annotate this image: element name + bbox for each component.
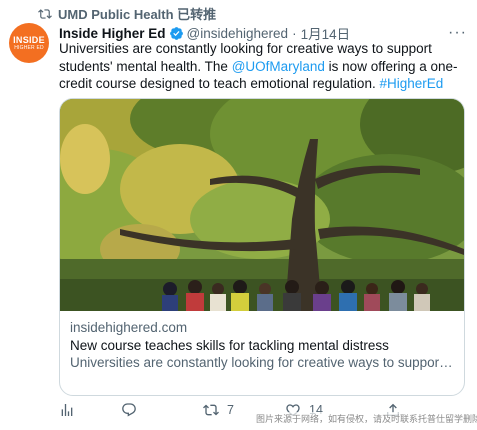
- avatar[interactable]: INSIDE HIGHER ED: [9, 23, 49, 63]
- tweet-text: Universities are constantly looking for …: [59, 40, 464, 93]
- retweet-count: 7: [227, 403, 234, 417]
- watermark-text: 图片来源于网络，如有侵权，请及时联系托普仕留学删除: [256, 412, 477, 425]
- avatar-text-line1: INSIDE: [13, 34, 45, 45]
- author-name[interactable]: Inside Higher Ed: [59, 26, 166, 41]
- card-domain: insidehighered.com: [70, 320, 188, 335]
- avatar-text-line2: HIGHER ED: [14, 44, 44, 51]
- retweet-action[interactable]: 7: [203, 402, 234, 418]
- hashtag-link[interactable]: #HigherEd: [379, 76, 443, 91]
- card-title: New course teaches skills for tackling m…: [70, 337, 389, 353]
- reply-action[interactable]: [121, 402, 145, 418]
- reply-icon: [122, 403, 136, 417]
- link-card[interactable]: insidehighered.com New course teaches sk…: [59, 98, 465, 396]
- card-image[interactable]: [60, 99, 464, 311]
- views-action[interactable]: [59, 402, 83, 418]
- verified-badge-icon: [169, 26, 183, 40]
- retweet-indicator: UMD Public Health 已转推: [38, 4, 216, 23]
- card-description: Universities are constantly looking for …: [70, 355, 454, 370]
- separator-dot: ·: [292, 25, 297, 41]
- retweet-action-icon: [203, 404, 219, 416]
- retweet-label[interactable]: UMD Public Health 已转推: [58, 4, 216, 23]
- mention-link[interactable]: @UOfMaryland: [232, 59, 325, 74]
- analytics-icon: [61, 404, 73, 416]
- retweet-icon: [38, 8, 52, 19]
- card-body: insidehighered.com New course teaches sk…: [70, 319, 454, 372]
- author-handle[interactable]: @insidehighered: [187, 26, 289, 41]
